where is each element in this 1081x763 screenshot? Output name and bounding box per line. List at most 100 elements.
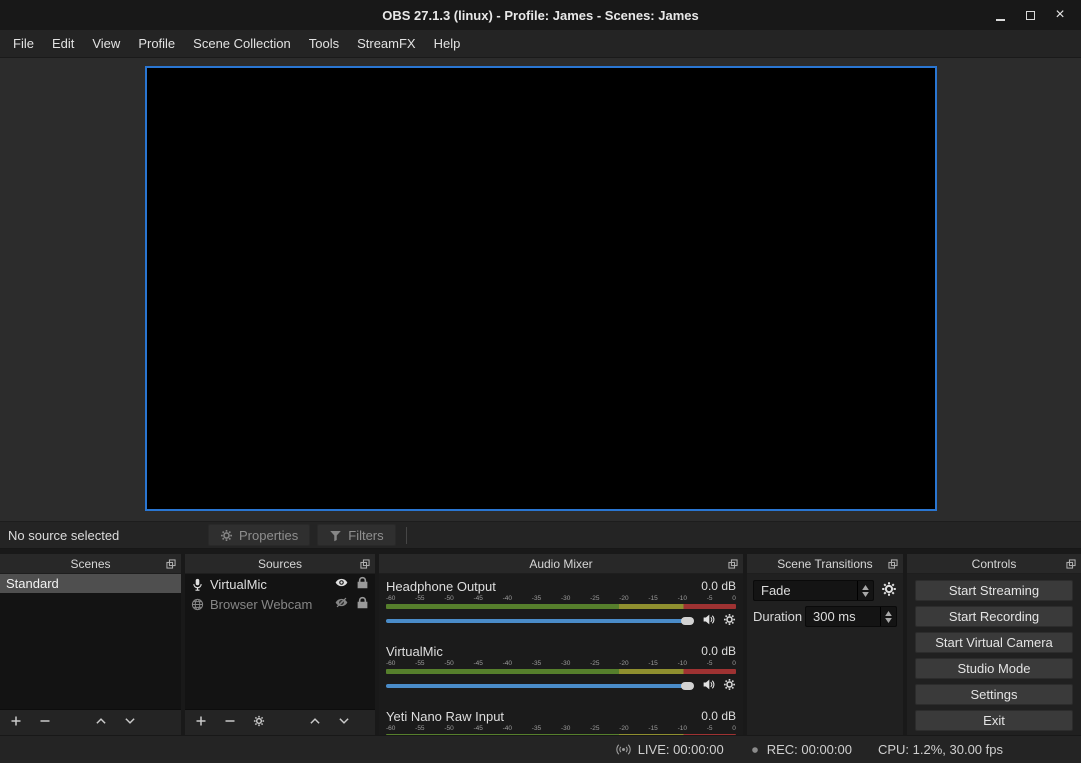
lock-toggle[interactable] <box>356 576 369 592</box>
scale-tick: -10 <box>678 725 687 733</box>
popout-icon[interactable] <box>360 559 370 569</box>
scale-tick: -45 <box>473 660 482 668</box>
menu-file[interactable]: File <box>4 30 43 57</box>
visibility-toggle[interactable] <box>335 596 348 612</box>
scene-transitions-dock-header[interactable]: Scene Transitions <box>747 554 903 574</box>
scene-transitions-body: Fade Duration 300 ms <box>747 574 903 735</box>
scale-tick: -60 <box>386 660 395 668</box>
eye-icon <box>335 576 348 589</box>
popout-icon[interactable] <box>728 559 738 569</box>
popout-icon[interactable] <box>166 559 176 569</box>
audio-mixer-dock-header[interactable]: Audio Mixer <box>379 554 743 574</box>
scale-tick: -35 <box>532 660 541 668</box>
scale-tick: -10 <box>678 660 687 668</box>
source-up-button[interactable] <box>309 715 321 730</box>
popout-icon[interactable] <box>888 559 898 569</box>
studio-mode-button[interactable]: Studio Mode <box>915 658 1073 679</box>
menubar: File Edit View Profile Scene Collection … <box>0 30 1081 58</box>
titlebar[interactable]: OBS 27.1.3 (linux) - Profile: James - Sc… <box>0 0 1081 30</box>
lock-toggle[interactable] <box>356 596 369 612</box>
properties-button[interactable]: Properties <box>208 524 310 546</box>
sources-dock-title: Sources <box>258 557 302 571</box>
mixer-channel-virtualmic: VirtualMic 0.0 dB -60-55-50-45-40-35-30-… <box>386 639 736 696</box>
remove-scene-button[interactable] <box>39 715 51 730</box>
menu-view[interactable]: View <box>83 30 129 57</box>
scale-tick: -55 <box>415 725 424 733</box>
menu-tools[interactable]: Tools <box>300 30 348 57</box>
sources-dock-header[interactable]: Sources <box>185 554 375 574</box>
chevron-down-icon <box>124 715 136 727</box>
minus-icon <box>224 715 236 727</box>
maximize-button[interactable] <box>1015 0 1045 30</box>
scenes-dock: Scenes Standard <box>0 554 181 735</box>
scene-down-button[interactable] <box>124 715 136 730</box>
start-streaming-button[interactable]: Start Streaming <box>915 580 1073 601</box>
menu-profile[interactable]: Profile <box>129 30 184 57</box>
controls-dock-header[interactable]: Controls <box>907 554 1081 574</box>
menu-scene-collection[interactable]: Scene Collection <box>184 30 300 57</box>
add-source-button[interactable] <box>195 715 207 730</box>
settings-button[interactable]: Settings <box>915 684 1073 705</box>
close-button[interactable] <box>1045 0 1075 30</box>
menu-edit[interactable]: Edit <box>43 30 83 57</box>
scale-tick: -40 <box>503 725 512 733</box>
transition-select[interactable]: Fade <box>753 580 874 601</box>
mute-button[interactable] <box>702 613 715 629</box>
gear-icon <box>723 613 736 626</box>
scale-tick: -60 <box>386 595 395 603</box>
duration-value: 300 ms <box>813 609 856 624</box>
start-recording-button[interactable]: Start Recording <box>915 606 1073 627</box>
scale-tick: -5 <box>707 660 713 668</box>
minus-icon <box>39 715 51 727</box>
duration-label: Duration <box>753 609 805 624</box>
exit-button[interactable]: Exit <box>915 710 1073 731</box>
channel-settings-button[interactable] <box>723 678 736 694</box>
gear-icon <box>881 581 897 597</box>
scale-tick: -20 <box>619 725 628 733</box>
scene-item-standard[interactable]: Standard <box>0 574 181 593</box>
meter-scale: -60-55-50-45-40-35-30-25-20-15-10-50 <box>386 595 736 603</box>
mute-button[interactable] <box>702 678 715 694</box>
scenes-dock-header[interactable]: Scenes <box>0 554 181 574</box>
preview-canvas[interactable] <box>145 66 937 511</box>
filters-button[interactable]: Filters <box>317 524 395 546</box>
filters-label: Filters <box>348 528 383 543</box>
start-virtual-camera-button[interactable]: Start Virtual Camera <box>915 632 1073 653</box>
slider-handle[interactable] <box>681 682 694 690</box>
source-row-browser-webcam[interactable]: Browser Webcam <box>185 594 375 614</box>
spinner-up-icon <box>862 585 869 590</box>
scale-tick: -45 <box>473 595 482 603</box>
speaker-icon <box>702 613 715 626</box>
visibility-toggle[interactable] <box>335 576 348 592</box>
spinner-down-icon <box>862 592 869 597</box>
remove-source-button[interactable] <box>224 715 236 730</box>
slider-handle[interactable] <box>681 617 694 625</box>
popout-icon[interactable] <box>1066 559 1076 569</box>
duration-input[interactable]: 300 ms <box>805 606 897 627</box>
volume-slider[interactable] <box>386 678 694 694</box>
obs-window: OBS 27.1.3 (linux) - Profile: James - Sc… <box>0 0 1081 763</box>
scene-transitions-dock: Scene Transitions Fade Duration <box>747 554 903 735</box>
duration-spinner[interactable] <box>880 607 896 626</box>
menu-help[interactable]: Help <box>425 30 470 57</box>
transition-settings-button[interactable] <box>874 581 897 600</box>
scale-tick: -25 <box>590 660 599 668</box>
source-properties-button[interactable] <box>253 715 265 730</box>
scale-tick: -55 <box>415 660 424 668</box>
audio-mixer-body: Headphone Output 0.0 dB -60-55-50-45-40-… <box>379 574 743 735</box>
scene-up-button[interactable] <box>95 715 107 730</box>
source-down-button[interactable] <box>338 715 350 730</box>
combo-spinner[interactable] <box>857 581 873 600</box>
add-scene-button[interactable] <box>10 715 22 730</box>
menu-streamfx[interactable]: StreamFX <box>348 30 425 57</box>
scale-tick: -20 <box>619 660 628 668</box>
volume-slider[interactable] <box>386 613 694 629</box>
scale-tick: -35 <box>532 595 541 603</box>
transition-value: Fade <box>761 583 791 598</box>
lock-icon <box>356 596 369 609</box>
source-row-virtualmic[interactable]: VirtualMic <box>185 574 375 594</box>
chevron-up-icon <box>95 715 107 727</box>
channel-settings-button[interactable] <box>723 613 736 629</box>
minimize-button[interactable] <box>985 0 1015 30</box>
close-icon <box>1055 7 1064 23</box>
